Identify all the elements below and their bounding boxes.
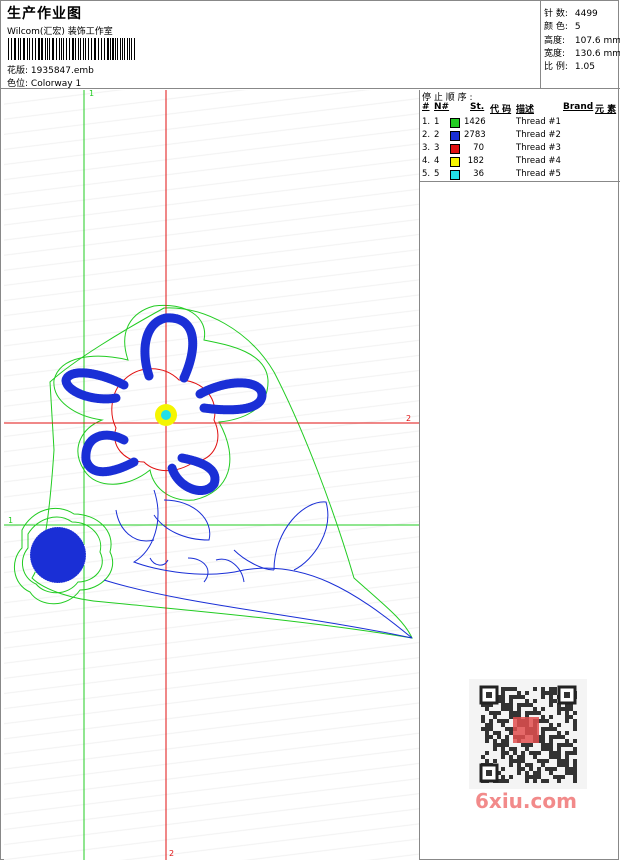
stats-panel: 针 数: 4499 颜 色: 5 高度: 107.6 mm 宽度: 130.6 … [541,1,620,88]
colorway-line: 色位: Colorway 1 [7,76,81,89]
col-num-header: # [422,102,430,112]
design-file-line: 花版: 1935847.emb [7,63,94,76]
embroidery-design: 1 1 2 2 [4,90,419,860]
cyan-flower-center [161,410,171,420]
row-desc: Thread #4 [516,156,561,166]
row-needle: 2 [434,130,440,140]
row-num: 2. [422,130,431,140]
row-desc: Thread #5 [516,169,561,179]
stat-stitches: 针 数: 4499 [544,6,598,19]
guide-label-v2: 2 [169,849,174,858]
row-needle: 5 [434,169,440,179]
col-stitches-header: St. [470,102,485,112]
company-name: Wilcom(汇宏) 装饰工作室 [7,27,113,37]
row-needle: 3 [434,143,440,153]
page-title: 生产作业图 [7,6,82,22]
legend-row: 1. 1 1426 Thread #1 [420,116,620,129]
qr-center-seal-icon [513,717,539,743]
thread-color-swatch [450,144,460,154]
legend-row: 2. 2 2783 Thread #2 [420,129,620,142]
branch-line [132,489,413,639]
leaf-right [273,501,329,571]
col-code-header: 代 码 [490,105,512,115]
stat-label: 针 数: [544,9,568,19]
thread-color-swatch [450,131,460,141]
petal-bottom-right [167,453,220,495]
header-info-panel: 生产作业图 Wilcom(汇宏) 装饰工作室 花版: 1935847.emb 色… [1,1,541,89]
design-file-name: 1935847.emb [30,66,94,76]
stat-label: 比 例: [544,62,568,72]
col-desc-header: 描述 [516,105,535,115]
thread-color-swatch [450,118,460,128]
row-desc: Thread #2 [516,130,561,140]
row-num: 4. [422,156,431,166]
vine-curl [233,549,275,571]
row-stitches: 70 [473,143,484,153]
stat-colors: 颜 色: 5 [544,19,581,32]
stat-height: 高度: 107.6 mm [544,33,620,46]
row-num: 3. [422,143,431,153]
row-desc: Thread #3 [516,143,561,153]
qr-code-image [469,679,587,789]
green-flower-outline [53,304,269,501]
stat-value: 4499 [574,9,598,19]
stat-value: 130.6 mm [574,49,620,59]
row-stitches: 36 [473,169,484,179]
sheet-header: 生产作业图 Wilcom(汇宏) 装饰工作室 花版: 1935847.emb 色… [1,1,620,89]
stat-width: 宽度: 130.6 mm [544,46,620,59]
petal-left [61,368,129,404]
production-sheet: 生产作业图 Wilcom(汇宏) 装饰工作室 花版: 1935847.emb 色… [0,0,620,860]
colorway-name: Colorway 1 [30,79,82,89]
petal-bottom-left [81,430,139,477]
col-needle-header: N# [434,102,450,112]
design-label: 花版: [7,66,29,76]
leaf-upper [153,499,211,541]
stat-value: 1.05 [574,62,595,72]
stat-label: 宽度: [544,49,566,59]
guide-label-h2: 2 [406,414,411,423]
row-num: 1. [422,117,431,127]
thread-color-swatch [450,170,460,180]
stat-label: 高度: [544,36,566,46]
legend-row: 3. 3 70 Thread #3 [420,142,620,155]
stat-value: 107.6 mm [574,36,620,46]
barcode-image [8,38,135,60]
row-stitches: 1426 [464,117,486,127]
col-element-header: 元 素 [595,105,617,115]
row-stitches: 2783 [464,130,486,140]
embroidery-design-canvas[interactable]: 1 1 2 2 [4,90,420,860]
row-num: 5. [422,169,431,179]
legend-row: 5. 5 36 Thread #5 [420,168,620,181]
col-brand-header: Brand [563,102,594,112]
thread-color-swatch [450,157,460,167]
petal-right [195,378,267,415]
legend-row: 4. 4 182 Thread #4 [420,155,620,168]
stat-label: 颜 色: [544,22,568,32]
stat-scale: 比 例: 1.05 [544,59,595,72]
guide-label-h1: 1 [8,516,13,525]
stat-value: 5 [574,22,581,32]
thread-stop-sequence-table: 停 止 顺 序 : # N# St. 代 码 描述 Brand 元 素 1. 1 1… [420,90,620,182]
guide-label-v1: 1 [89,90,94,98]
legend-header-row: # N# St. 代 码 描述 Brand 元 素 [420,102,620,115]
blue-running-stitch-layer [103,489,413,639]
row-needle: 1 [434,117,440,127]
row-needle: 4 [434,156,440,166]
colorway-label: 色位: [7,79,29,89]
row-desc: Thread #1 [516,117,561,127]
watermark-text: 6xiu.com [475,789,577,813]
row-stitches: 182 [467,156,484,166]
